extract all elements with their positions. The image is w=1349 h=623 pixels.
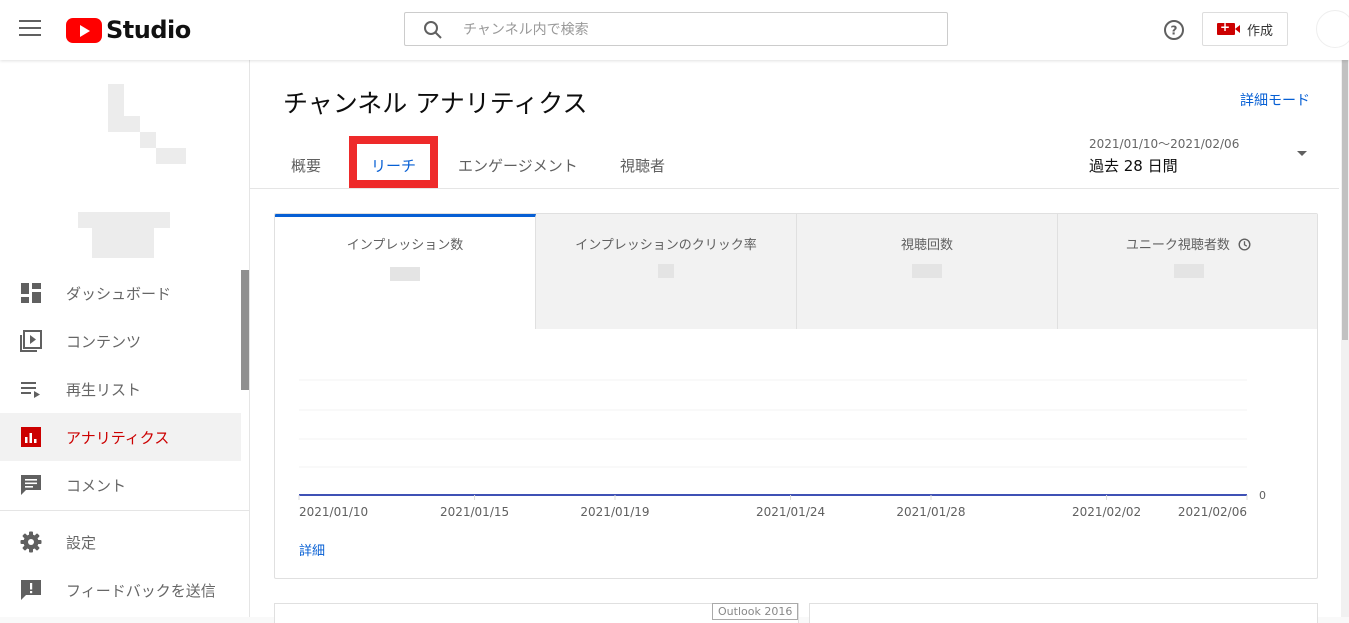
brand-text: Studio	[106, 16, 191, 44]
sidebar-item-label: ダッシュボード	[66, 285, 172, 303]
sidebar-item-label: コメント	[66, 477, 127, 495]
x-tick-label: 2021/01/10	[299, 505, 368, 519]
metric-value	[390, 267, 420, 281]
create-button[interactable]: 作成	[1202, 12, 1288, 46]
sidebar-scrollbar[interactable]	[241, 270, 249, 390]
impressions-line-chart: 2021/01/10 2021/01/15 2021/01/19 2021/01/24…	[298, 379, 1266, 519]
sidebar-item-comments[interactable]: コメント	[0, 461, 241, 509]
main-scrollbar[interactable]	[1341, 60, 1349, 617]
metric-value	[912, 264, 942, 278]
menu-icon[interactable]	[19, 20, 41, 40]
sidebar-item-label: フィードバックを送信	[66, 582, 216, 600]
search-input[interactable]	[461, 17, 935, 43]
content-icon	[20, 330, 42, 352]
top-bar: Studio ? 作成	[0, 0, 1349, 60]
sidebar-item-content[interactable]: コンテンツ	[0, 317, 241, 365]
metric-value	[1173, 264, 1204, 278]
create-video-icon	[1217, 20, 1240, 35]
metric-value	[658, 264, 674, 278]
sidebar-item-feedback[interactable]: フィードバックを送信	[0, 566, 241, 614]
sidebar-item-label: 設定	[66, 534, 97, 552]
x-tick-label: 2021/01/24	[756, 505, 825, 519]
clock-icon[interactable]	[1238, 238, 1251, 251]
create-label: 作成	[1247, 23, 1274, 39]
date-range-picker[interactable]: 2021/01/10～2021/02/06 過去 28 日間	[1089, 135, 1239, 176]
dashboard-icon	[21, 283, 41, 303]
y-tick-label: 0	[1259, 489, 1266, 502]
details-link[interactable]: 詳細	[299, 540, 325, 559]
playlist-icon	[21, 382, 40, 398]
metric-label: インプレッションのクリック率	[575, 238, 757, 253]
metric-tab-unique-viewers[interactable]: ユニーク視聴者数	[1058, 214, 1317, 329]
youtube-logo-icon	[66, 17, 102, 43]
reach-chart-card: インプレッション数 インプレッションのクリック率 視聴回数 ユニーク視聴者数 2…	[274, 213, 1318, 579]
overlay-tooltip: Outlook 2016	[712, 603, 799, 620]
metric-tab-views[interactable]: 視聴回数	[797, 214, 1058, 329]
date-range-label: 過去 28 日間	[1089, 157, 1178, 175]
main-content: チャンネル アナリティクス 詳細モード 概要 リーチ エンゲージメント 視聴者 …	[250, 60, 1349, 623]
x-tick-label: 2021/02/06	[1178, 505, 1247, 519]
studio-logo[interactable]: Studio	[66, 16, 191, 44]
comment-icon	[21, 475, 41, 495]
sidebar-item-label: アナリティクス	[66, 429, 170, 447]
caret-down-icon[interactable]	[1297, 151, 1307, 156]
svg-text:?: ?	[1171, 24, 1178, 38]
sidebar-item-playlists[interactable]: 再生リスト	[0, 365, 241, 413]
metric-tab-impressions[interactable]: インプレッション数	[275, 214, 536, 329]
feedback-icon	[21, 580, 41, 600]
search-icon[interactable]	[423, 20, 443, 40]
account-avatar[interactable]	[1316, 10, 1349, 48]
search-box	[404, 12, 948, 46]
main-scrollbar-thumb[interactable]	[1342, 60, 1348, 340]
sidebar-item-settings[interactable]: 設定	[0, 518, 241, 566]
sidebar-item-dashboard[interactable]: ダッシュボード	[0, 269, 241, 317]
x-tick-label: 2021/01/19	[580, 505, 649, 519]
page-title: チャンネル アナリティクス	[283, 89, 588, 118]
sidebar-item-analytics[interactable]: アナリティクス	[0, 413, 241, 461]
analytics-icon	[21, 427, 41, 447]
sidebar-item-label: コンテンツ	[66, 333, 142, 351]
help-icon[interactable]: ?	[1163, 19, 1185, 41]
sidebar-divider	[0, 510, 249, 511]
metric-label: 視聴回数	[900, 238, 953, 253]
metric-label: ユニーク視聴者数	[1058, 234, 1317, 253]
metric-label-text: ユニーク視聴者数	[1125, 238, 1230, 253]
metric-tab-ctr[interactable]: インプレッションのクリック率	[536, 214, 797, 329]
sidebar-item-label: 再生リスト	[66, 381, 142, 399]
x-tick-label: 2021/01/15	[440, 505, 509, 519]
tab-reach[interactable]: リーチ	[371, 155, 416, 176]
bottom-card-right	[809, 603, 1318, 623]
date-range-dates: 2021/01/10～2021/02/06	[1089, 137, 1240, 151]
gear-icon	[20, 531, 42, 553]
x-tick-label: 2021/01/28	[896, 505, 965, 519]
metric-label: インプレッション数	[346, 238, 464, 253]
tab-audience[interactable]: 視聴者	[620, 155, 665, 176]
x-tick-label: 2021/02/02	[1072, 505, 1141, 519]
tab-overview[interactable]: 概要	[291, 155, 321, 176]
sidebar: ダッシュボード コンテンツ 再生リスト アナリティクス コメント 設定 フィード…	[0, 60, 250, 617]
advanced-mode-link[interactable]: 詳細モード	[1240, 90, 1310, 110]
tab-engagement[interactable]: エンゲージメント	[458, 155, 578, 176]
